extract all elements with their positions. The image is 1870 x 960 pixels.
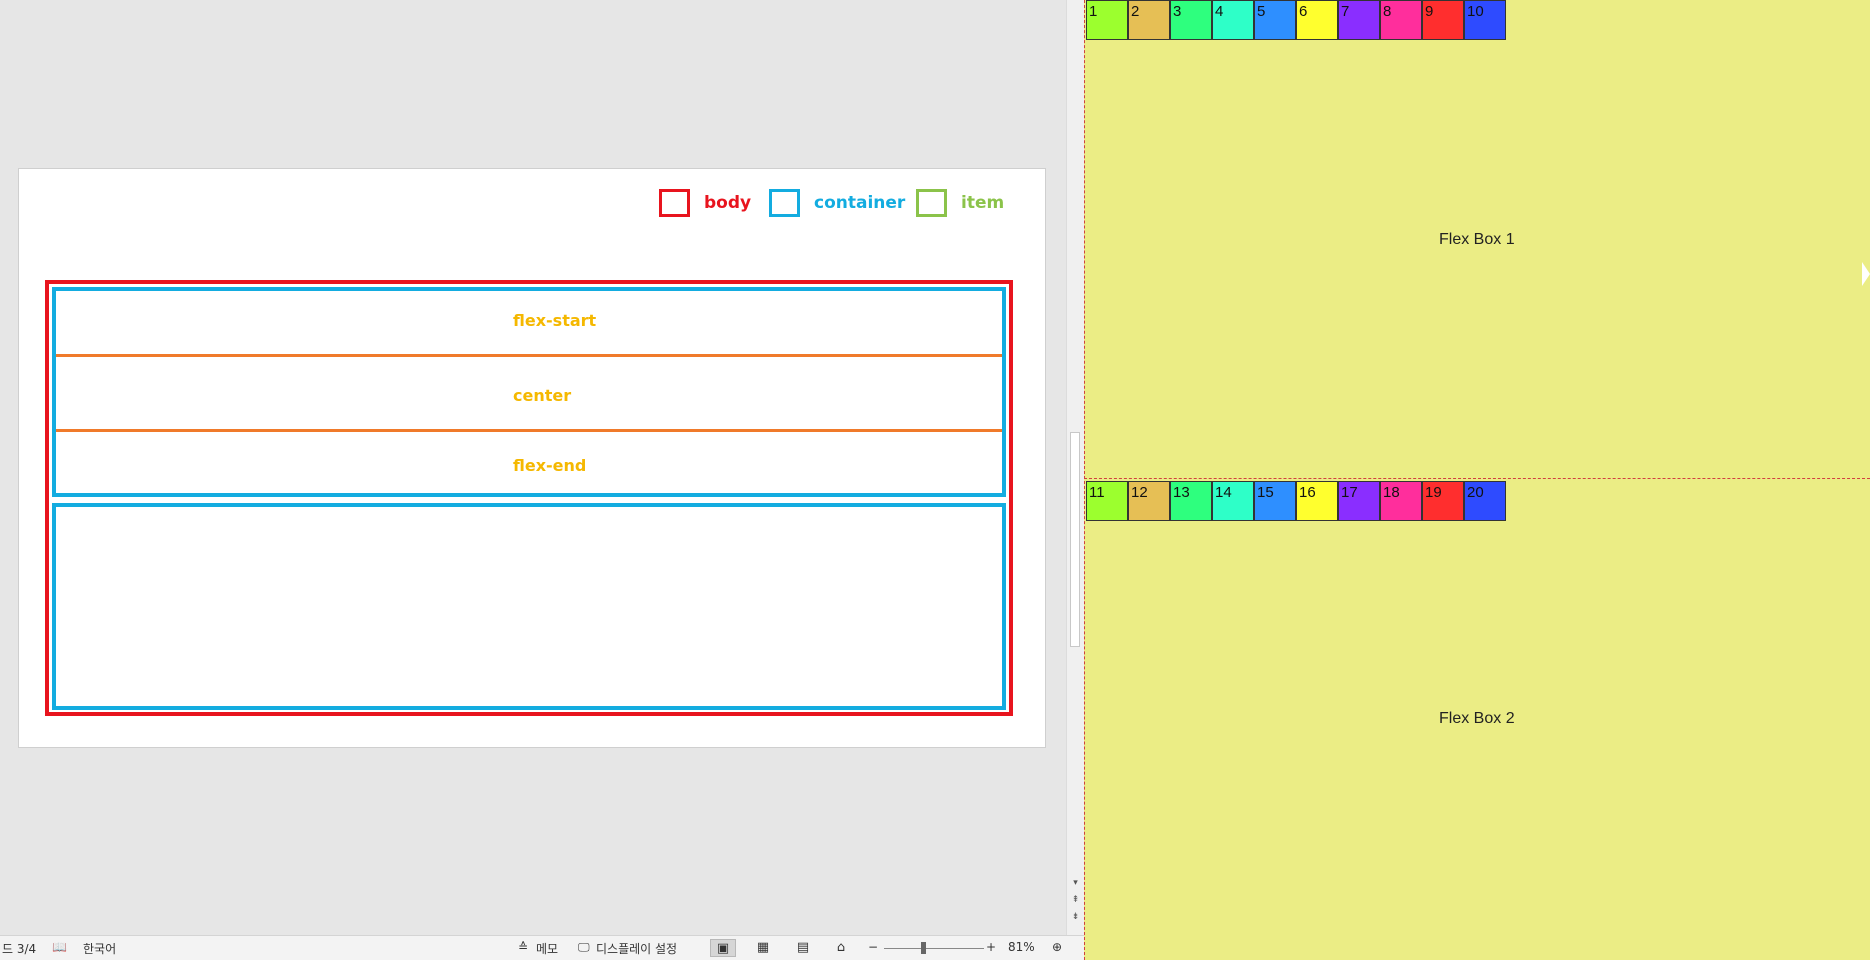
prev-page-icon[interactable]: ⇞ [1069,894,1082,907]
legend-item-label: item [961,193,1005,213]
slide-editor: body container item flex-start center fl… [0,0,1084,960]
flex-box-divider [1084,478,1870,479]
flex-item: 1 [1086,0,1128,40]
row-divider [56,429,1002,432]
slideshow-button[interactable]: ⌂ [828,939,854,957]
display-settings-button[interactable]: 디스플레이 설정 [596,940,677,957]
flex-box-2-items: 11 12 13 14 15 16 17 18 19 20 [1086,481,1506,521]
zoom-out-button[interactable]: − [868,940,878,954]
flex-item: 14 [1212,481,1254,521]
accessibility-icon[interactable]: 📖 [52,940,67,954]
zoom-slider[interactable] [884,948,984,949]
zoom-slider-thumb[interactable] [921,942,926,954]
flex-item: 4 [1212,0,1254,40]
slide-counter: 드 3/4 [2,942,37,956]
row-label-flex-start: flex-start [513,311,597,330]
flex-box-1-label: Flex Box 1 [1439,231,1515,248]
next-page-icon[interactable]: ⇟ [1069,911,1082,924]
mouse-cursor-icon [1862,262,1870,286]
flex-box-1-items: 1 2 3 4 5 6 7 8 9 10 [1086,0,1506,40]
container-outline-2[interactable] [52,503,1006,710]
flex-item: 13 [1170,481,1212,521]
flex-item: 5 [1254,0,1296,40]
legend-body-label: body [704,193,752,213]
flex-item: 18 [1380,481,1422,521]
flex-item: 2 [1128,0,1170,40]
flex-item: 20 [1464,481,1506,521]
flex-item: 6 [1296,0,1338,40]
flex-item: 12 [1128,481,1170,521]
flex-item: 7 [1338,0,1380,40]
display-settings-icon[interactable]: 🖵 [578,940,590,955]
legend-container-swatch [769,189,800,217]
notes-icon[interactable]: ≙ [518,940,528,954]
panel-border [1084,0,1086,960]
flex-item: 9 [1422,0,1464,40]
flex-item: 10 [1464,0,1506,40]
scroll-down-icon[interactable]: ▾ [1069,877,1082,890]
legend-container-label: container [814,193,906,213]
row-divider [56,354,1002,357]
zoom-in-button[interactable]: + [986,940,996,954]
flex-item: 8 [1380,0,1422,40]
flex-item: 16 [1296,481,1338,521]
slide-canvas[interactable]: body container item flex-start center fl… [18,168,1046,748]
slide-sorter-button[interactable]: ▦ [750,939,776,957]
reading-view-button[interactable]: ▤ [790,939,816,957]
normal-view-button[interactable]: ▣ [710,939,736,957]
language-indicator[interactable]: 한국어 [83,940,116,957]
browser-preview: 1 2 3 4 5 6 7 8 9 10 Flex Box 1 11 12 13 14 15 16 17 18 1… [1084,0,1870,960]
legend-body-swatch [659,189,690,217]
flex-item: 19 [1422,481,1464,521]
flex-item: 17 [1338,481,1380,521]
vertical-scrollbar[interactable]: ▾ ⇞ ⇟ [1066,0,1084,935]
flex-box-2-label: Flex Box 2 [1439,710,1515,727]
scrollbar-thumb[interactable] [1070,432,1080,647]
flex-item: 15 [1254,481,1296,521]
zoom-level[interactable]: 81% [1008,940,1035,954]
notes-button[interactable]: 메모 [536,940,558,957]
legend-item: item [916,187,1004,219]
flex-item: 11 [1086,481,1128,521]
container-outline-1[interactable]: flex-start center flex-end [52,287,1006,497]
legend-container: container [769,187,905,219]
row-label-flex-end: flex-end [513,456,587,475]
flex-item: 3 [1170,0,1212,40]
status-bar: 드 3/4 📖 한국어 ≙ 메모 🖵 디스플레이 설정 ▣ ▦ ▤ ⌂ − + … [0,935,1084,960]
legend-body: body [659,187,751,219]
row-label-center: center [513,386,572,405]
body-outline[interactable]: flex-start center flex-end [45,280,1013,716]
legend-item-swatch [916,189,947,217]
fit-to-window-icon[interactable]: ⊕ [1052,940,1062,954]
